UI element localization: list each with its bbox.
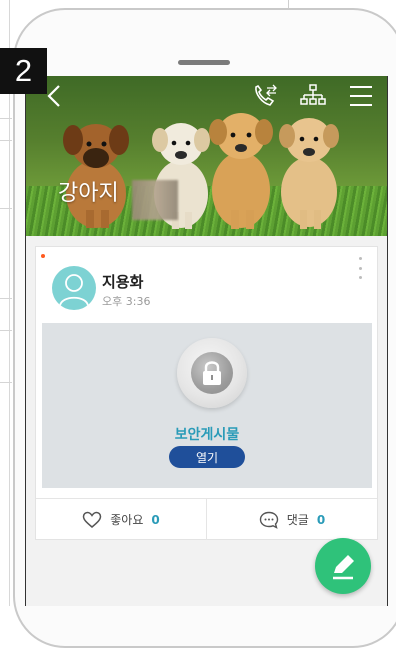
comment-button[interactable]: 댓글 0 — [206, 499, 377, 540]
lock-button-ring — [177, 338, 247, 408]
background-divider — [0, 208, 12, 209]
comment-label: 댓글 — [286, 513, 309, 527]
board-header: 강아지 — [26, 76, 387, 236]
comment-bubble-icon — [259, 511, 278, 529]
blurred-region — [132, 180, 178, 220]
heart-icon — [82, 511, 102, 528]
step-number-badge: 2 — [0, 48, 47, 94]
like-button[interactable]: 좋아요 0 — [36, 499, 206, 540]
lock-icon — [191, 352, 233, 394]
chevron-left-icon[interactable] — [46, 84, 62, 108]
background-divider — [0, 118, 12, 119]
write-post-button[interactable] — [315, 538, 371, 594]
like-count: 0 — [151, 512, 160, 527]
phone-transfer-icon[interactable] — [252, 84, 278, 108]
post-card[interactable]: 지용화 오후 3:36 보안게시물 열기 좋아요 0 댓글 0 — [35, 246, 378, 540]
background-divider — [0, 330, 12, 331]
puppy-image — [63, 124, 129, 228]
hamburger-menu-icon[interactable] — [349, 85, 373, 107]
more-options-icon[interactable] — [357, 257, 363, 279]
comment-count: 0 — [316, 512, 326, 527]
board-title: 강아지 — [58, 181, 119, 206]
post-actions: 좋아요 0 댓글 0 — [36, 498, 377, 540]
new-post-indicator — [41, 254, 45, 258]
avatar[interactable] — [52, 266, 96, 310]
puppy-image — [279, 118, 339, 229]
post-author[interactable]: 지용화 — [102, 271, 143, 292]
user-icon — [59, 274, 89, 307]
background-divider — [0, 140, 12, 141]
pencil-icon — [333, 555, 354, 580]
secure-post-panel: 보안게시물 열기 — [42, 323, 372, 488]
like-label: 좋아요 — [110, 513, 144, 527]
post-time: 오후 3:36 — [102, 295, 151, 308]
phone-speaker — [178, 60, 230, 65]
secure-post-label: 보안게시물 — [174, 427, 240, 443]
open-button[interactable]: 열기 — [169, 446, 245, 468]
app-screen: 강아지 지용화 오후 3:36 보안게시물 열기 좋아요 0 댓글 0 — [25, 76, 388, 606]
background-divider — [0, 382, 12, 383]
org-chart-icon[interactable] — [300, 84, 326, 108]
background-divider — [0, 298, 12, 299]
